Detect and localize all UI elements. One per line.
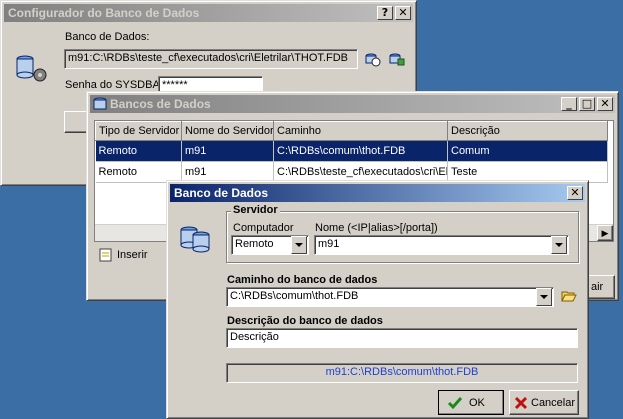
server-name-label: Nome (<IP|alias>[/porta]): [315, 222, 438, 234]
cancel-label: Cancelar: [531, 397, 576, 409]
databases-titlebar[interactable]: Bancos de Dados _ □ ✕: [90, 95, 615, 113]
db-label: Banco de Dados:: [65, 31, 150, 43]
column-header[interactable]: Tipo de Servidor: [95, 121, 182, 141]
insert-label: Inserir: [117, 249, 148, 261]
table-cell: Remoto: [95, 140, 182, 162]
dialog-titlebar[interactable]: Banco de Dados ✕: [170, 184, 585, 202]
config-titlebar[interactable]: Configurador do Banco de Dados ? ✕: [4, 4, 413, 22]
server-name-select[interactable]: m91: [314, 235, 569, 255]
chevron-down-icon[interactable]: [536, 288, 552, 306]
dialog-title: Banco de Dados: [174, 186, 269, 200]
insert-icon: [99, 248, 112, 262]
summary-text: m91:C:\RDBs\comum\thot.FDB: [325, 366, 479, 378]
maximize-button[interactable]: □: [579, 97, 595, 111]
db-path-field[interactable]: m91:C:\RDBs\teste_cf\executados\cri\Elet…: [64, 49, 358, 69]
connection-summary: m91:C:\RDBs\comum\thot.FDB: [226, 363, 578, 383]
close-icon: [514, 396, 528, 410]
close-button[interactable]: ✕: [567, 186, 583, 200]
column-header[interactable]: Caminho: [273, 121, 448, 141]
database-config-icon: [16, 55, 47, 82]
databases-title: Bancos de Dados: [110, 97, 211, 111]
close-button[interactable]: ✕: [395, 6, 411, 20]
minimize-button[interactable]: _: [561, 97, 577, 111]
folder-open-icon[interactable]: [561, 289, 577, 303]
chevron-down-icon[interactable]: [551, 236, 567, 254]
scroll-right-button[interactable]: ▶: [597, 225, 613, 241]
insert-button[interactable]: Inserir: [99, 246, 159, 264]
help-button[interactable]: ?: [377, 6, 393, 20]
check-icon: [447, 397, 463, 410]
chevron-down-icon[interactable]: [291, 236, 307, 254]
description-label: Descrição do banco de dados: [227, 315, 383, 327]
path-select[interactable]: C:\RDBs\comum\thot.FDB: [226, 287, 554, 307]
password-label: Senha do SYSDBA:: [65, 79, 163, 91]
table-cell: Comum: [447, 140, 608, 162]
column-header[interactable]: Descrição: [447, 121, 608, 141]
path-label: Caminho do banco de dados: [227, 274, 378, 286]
ok-button[interactable]: OK: [438, 390, 504, 415]
server-group-label: Servidor: [231, 204, 280, 216]
table-cell: m91: [181, 140, 274, 162]
computer-label: Computador: [233, 222, 294, 234]
select-database-icon[interactable]: [365, 51, 381, 67]
table-cell: C:\RDBs\comum\thot.FDB: [273, 140, 448, 162]
databases-window-icon: [93, 97, 107, 110]
table-row[interactable]: Remoto m91 C:\RDBs\comum\thot.FDB Comum: [95, 140, 608, 162]
cancel-button[interactable]: Cancelar: [509, 390, 579, 415]
grid-header-row: Tipo de Servidor Nome do Servidor Caminh…: [95, 121, 608, 141]
description-input[interactable]: Descrição: [226, 328, 578, 348]
database-dialog: Banco de Dados ✕ Servidor Computador Rem…: [166, 180, 589, 419]
close-button[interactable]: ✕: [597, 97, 613, 111]
config-title: Configurador do Banco de Dados: [8, 6, 200, 20]
close-list-label: air: [591, 281, 604, 293]
column-header[interactable]: Nome do Servidor: [181, 121, 274, 141]
database-icon: [180, 226, 210, 253]
test-connection-icon[interactable]: [389, 51, 405, 67]
ok-label: OK: [469, 397, 485, 409]
